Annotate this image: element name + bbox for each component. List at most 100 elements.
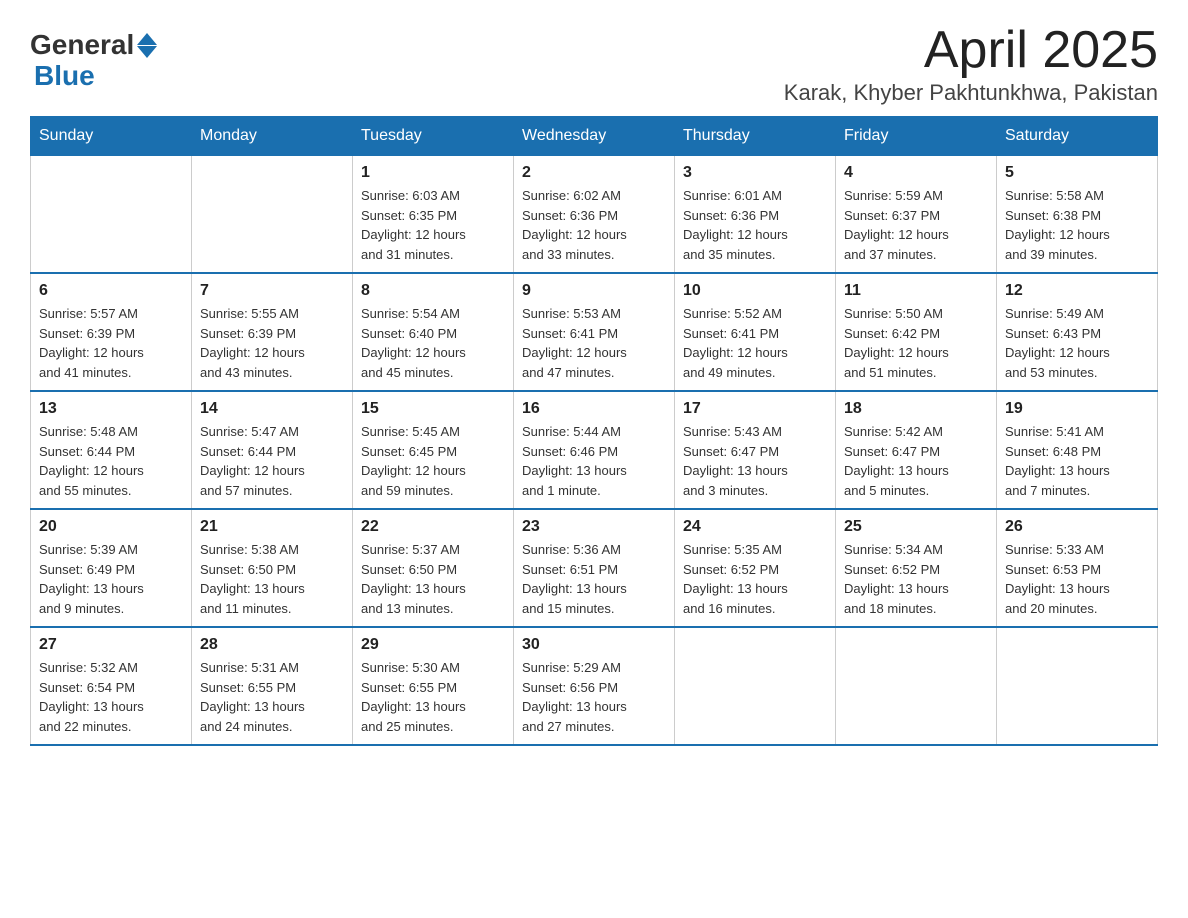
- calendar-day-cell: [836, 627, 997, 745]
- day-number: 15: [361, 400, 505, 418]
- day-info: Sunrise: 5:42 AMSunset: 6:47 PMDaylight:…: [844, 422, 988, 500]
- calendar-day-cell: 30Sunrise: 5:29 AMSunset: 6:56 PMDayligh…: [514, 627, 675, 745]
- calendar-day-cell: 13Sunrise: 5:48 AMSunset: 6:44 PMDayligh…: [31, 391, 192, 509]
- day-info: Sunrise: 5:37 AMSunset: 6:50 PMDaylight:…: [361, 540, 505, 618]
- day-info: Sunrise: 5:35 AMSunset: 6:52 PMDaylight:…: [683, 540, 827, 618]
- day-info: Sunrise: 5:54 AMSunset: 6:40 PMDaylight:…: [361, 304, 505, 382]
- day-info: Sunrise: 5:41 AMSunset: 6:48 PMDaylight:…: [1005, 422, 1149, 500]
- day-number: 11: [844, 282, 988, 300]
- page-subtitle: Karak, Khyber Pakhtunkhwa, Pakistan: [784, 80, 1158, 106]
- day-of-week-header: Monday: [192, 117, 353, 156]
- day-info: Sunrise: 5:52 AMSunset: 6:41 PMDaylight:…: [683, 304, 827, 382]
- calendar-day-cell: 1 Sunrise: 6:03 AMSunset: 6:35 PMDaylight…: [353, 156, 514, 274]
- day-info: Sunrise: 5:30 AMSunset: 6:55 PMDaylight:…: [361, 658, 505, 736]
- calendar-day-cell: 2Sunrise: 6:02 AMSunset: 6:36 PMDaylight…: [514, 156, 675, 274]
- calendar-day-cell: 20 Sunrise: 5:39 AMSunset: 6:49 PMDayligh…: [31, 509, 192, 627]
- calendar-week-row: 1 Sunrise: 6:03 AMSunset: 6:35 PMDaylight…: [31, 156, 1158, 274]
- day-info: Sunrise: 5:47 AMSunset: 6:44 PMDaylight:…: [200, 422, 344, 500]
- day-info: Sunrise: 5:32 AMSunset: 6:54 PMDaylight:…: [39, 658, 183, 736]
- day-info: Sunrise: 6:03 AMSunset: 6:35 PMDaylight:…: [361, 186, 505, 264]
- calendar-day-cell: 23 Sunrise: 5:36 AMSunset: 6:51 PMDayligh…: [514, 509, 675, 627]
- day-info: Sunrise: 5:36 AMSunset: 6:51 PMDaylight:…: [522, 540, 666, 618]
- day-number: 17: [683, 400, 827, 418]
- day-of-week-header: Tuesday: [353, 117, 514, 156]
- day-number: 19: [1005, 400, 1149, 418]
- day-number: 3: [683, 164, 827, 182]
- day-number: 10: [683, 282, 827, 300]
- day-info: Sunrise: 5:45 AMSunset: 6:45 PMDaylight:…: [361, 422, 505, 500]
- day-info: Sunrise: 5:34 AMSunset: 6:52 PMDaylight:…: [844, 540, 988, 618]
- calendar-day-cell: 18 Sunrise: 5:42 AMSunset: 6:47 PMDayligh…: [836, 391, 997, 509]
- calendar-day-cell: 8 Sunrise: 5:54 AMSunset: 6:40 PMDaylight…: [353, 273, 514, 391]
- day-number: 26: [1005, 518, 1149, 536]
- calendar-week-row: 20 Sunrise: 5:39 AMSunset: 6:49 PMDayligh…: [31, 509, 1158, 627]
- calendar-day-cell: 22 Sunrise: 5:37 AMSunset: 6:50 PMDayligh…: [353, 509, 514, 627]
- day-info: Sunrise: 5:53 AMSunset: 6:41 PMDaylight:…: [522, 304, 666, 382]
- calendar-day-cell: 9Sunrise: 5:53 AMSunset: 6:41 PMDaylight…: [514, 273, 675, 391]
- day-number: 4: [844, 164, 988, 182]
- logo-text-blue: Blue: [34, 61, 157, 92]
- day-number: 29: [361, 636, 505, 654]
- calendar-day-cell: 3 Sunrise: 6:01 AMSunset: 6:36 PMDaylight…: [675, 156, 836, 274]
- day-number: 27: [39, 636, 183, 654]
- day-of-week-header: Friday: [836, 117, 997, 156]
- day-number: 25: [844, 518, 988, 536]
- calendar-day-cell: 6 Sunrise: 5:57 AMSunset: 6:39 PMDaylight…: [31, 273, 192, 391]
- day-info: Sunrise: 5:43 AMSunset: 6:47 PMDaylight:…: [683, 422, 827, 500]
- calendar-day-cell: 14 Sunrise: 5:47 AMSunset: 6:44 PMDayligh…: [192, 391, 353, 509]
- title-section: April 2025 Karak, Khyber Pakhtunkhwa, Pa…: [784, 20, 1158, 106]
- day-number: 21: [200, 518, 344, 536]
- calendar-table: SundayMondayTuesdayWednesdayThursdayFrid…: [30, 116, 1158, 746]
- day-number: 12: [1005, 282, 1149, 300]
- calendar-day-cell: 10 Sunrise: 5:52 AMSunset: 6:41 PMDayligh…: [675, 273, 836, 391]
- day-number: 6: [39, 282, 183, 300]
- logo: General Blue: [30, 30, 157, 92]
- day-number: 16: [522, 400, 666, 418]
- calendar-day-cell: [192, 156, 353, 274]
- day-of-week-header: Thursday: [675, 117, 836, 156]
- calendar-week-row: 6 Sunrise: 5:57 AMSunset: 6:39 PMDaylight…: [31, 273, 1158, 391]
- day-info: Sunrise: 5:38 AMSunset: 6:50 PMDaylight:…: [200, 540, 344, 618]
- calendar-day-cell: 19 Sunrise: 5:41 AMSunset: 6:48 PMDayligh…: [997, 391, 1158, 509]
- calendar-day-cell: 15 Sunrise: 5:45 AMSunset: 6:45 PMDayligh…: [353, 391, 514, 509]
- day-number: 13: [39, 400, 183, 418]
- day-info: Sunrise: 6:01 AMSunset: 6:36 PMDaylight:…: [683, 186, 827, 264]
- day-number: 30: [522, 636, 666, 654]
- day-info: Sunrise: 5:44 AMSunset: 6:46 PMDaylight:…: [522, 422, 666, 500]
- day-number: 22: [361, 518, 505, 536]
- calendar-day-cell: [675, 627, 836, 745]
- calendar-day-cell: 27 Sunrise: 5:32 AMSunset: 6:54 PMDayligh…: [31, 627, 192, 745]
- day-info: Sunrise: 5:39 AMSunset: 6:49 PMDaylight:…: [39, 540, 183, 618]
- day-number: 28: [200, 636, 344, 654]
- calendar-day-cell: 24 Sunrise: 5:35 AMSunset: 6:52 PMDayligh…: [675, 509, 836, 627]
- day-info: Sunrise: 5:59 AMSunset: 6:37 PMDaylight:…: [844, 186, 988, 264]
- day-number: 8: [361, 282, 505, 300]
- calendar-day-cell: 16 Sunrise: 5:44 AMSunset: 6:46 PMDayligh…: [514, 391, 675, 509]
- calendar-day-cell: [31, 156, 192, 274]
- day-number: 23: [522, 518, 666, 536]
- page-title: April 2025: [784, 20, 1158, 80]
- day-number: 7: [200, 282, 344, 300]
- calendar-day-cell: 29 Sunrise: 5:30 AMSunset: 6:55 PMDayligh…: [353, 627, 514, 745]
- page-header: General Blue April 2025 Karak, Khyber Pa…: [30, 20, 1158, 106]
- calendar-day-cell: 12Sunrise: 5:49 AMSunset: 6:43 PMDayligh…: [997, 273, 1158, 391]
- day-number: 5: [1005, 164, 1149, 182]
- day-info: Sunrise: 5:33 AMSunset: 6:53 PMDaylight:…: [1005, 540, 1149, 618]
- day-number: 20: [39, 518, 183, 536]
- calendar-day-cell: 26 Sunrise: 5:33 AMSunset: 6:53 PMDayligh…: [997, 509, 1158, 627]
- day-info: Sunrise: 5:58 AMSunset: 6:38 PMDaylight:…: [1005, 186, 1149, 264]
- calendar-day-cell: 7Sunrise: 5:55 AMSunset: 6:39 PMDaylight…: [192, 273, 353, 391]
- calendar-day-cell: 17 Sunrise: 5:43 AMSunset: 6:47 PMDayligh…: [675, 391, 836, 509]
- day-number: 14: [200, 400, 344, 418]
- calendar-day-cell: 11 Sunrise: 5:50 AMSunset: 6:42 PMDayligh…: [836, 273, 997, 391]
- day-number: 2: [522, 164, 666, 182]
- calendar-week-row: 27 Sunrise: 5:32 AMSunset: 6:54 PMDayligh…: [31, 627, 1158, 745]
- day-of-week-header: Sunday: [31, 117, 192, 156]
- day-info: Sunrise: 5:57 AMSunset: 6:39 PMDaylight:…: [39, 304, 183, 382]
- day-number: 18: [844, 400, 988, 418]
- calendar-day-cell: 25 Sunrise: 5:34 AMSunset: 6:52 PMDayligh…: [836, 509, 997, 627]
- day-number: 1: [361, 164, 505, 182]
- day-info: Sunrise: 5:50 AMSunset: 6:42 PMDaylight:…: [844, 304, 988, 382]
- day-info: Sunrise: 5:31 AMSunset: 6:55 PMDaylight:…: [200, 658, 344, 736]
- day-number: 24: [683, 518, 827, 536]
